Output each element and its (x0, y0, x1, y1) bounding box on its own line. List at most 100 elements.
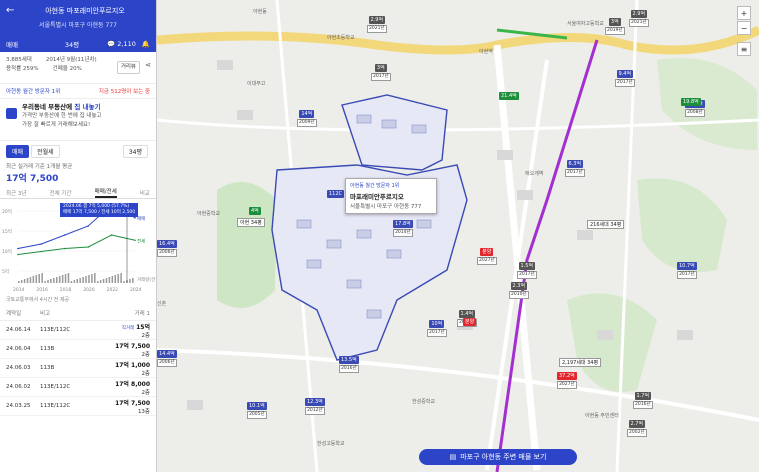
price-marker[interactable]: 17.8억 2014년 (393, 220, 413, 237)
layers-icon[interactable]: ≡ (737, 42, 751, 56)
marker-year: 2027년 (477, 257, 497, 265)
floor-area-ratio: 용적률 259% (6, 66, 39, 72)
share-icon[interactable]: ⋖ (145, 61, 151, 70)
panel-subbar: 매매 34평 💬 2,110 🔔 (0, 35, 156, 52)
marker-year: 2010년 (509, 291, 529, 299)
series-label: 전세 (137, 237, 145, 244)
marker-price: 10.7억 (677, 262, 697, 270)
volume-bar (85, 276, 87, 283)
marker-year: 2008년 (685, 109, 705, 117)
price-chart[interactable]: 20억 15억 10억 5억 매매 전세 2014 2016 2018 2020 2022 2024 거… (0, 201, 156, 293)
marker-price: 2.9억 (630, 10, 648, 18)
complex-tag[interactable]: 216세대 34평 (587, 220, 625, 229)
marker-price: 12.3억 (305, 398, 325, 406)
comment-icon[interactable]: 💬 (107, 40, 115, 48)
nearby-listings-button[interactable]: ▤ 마포구 아현동 주변 매물 보기 (419, 449, 577, 465)
marker-year: 2016년 (633, 401, 653, 409)
price-marker[interactable]: 분양 2027년 (477, 248, 497, 265)
place-label: 애오개역 (525, 171, 544, 177)
price-marker[interactable]: 3억 2019년 (605, 18, 625, 35)
price-marker[interactable]: 6.3억 2017년 (565, 160, 585, 177)
price-marker[interactable]: 4억 (249, 207, 261, 215)
price-marker[interactable]: 1.7억 2016년 (633, 392, 653, 409)
back-arrow-icon[interactable]: ← (6, 5, 14, 16)
price-marker[interactable]: 2.7억 2002년 (627, 420, 647, 437)
price-marker[interactable]: 112C (327, 190, 345, 198)
col-date: 계약일 (6, 311, 22, 317)
marker-price: 14억 (299, 110, 315, 118)
promo-banner[interactable]: 우리동네 부동산에 집 내놓기 가격만 부동산에 한 번에 집 내놓고 가장 잘… (0, 99, 156, 141)
volume-bar (23, 279, 26, 283)
marker-year: 2009년 (297, 119, 317, 127)
marker-year: 2005년 (247, 411, 267, 419)
volume-bar (41, 273, 43, 283)
price-marker[interactable]: 10억 2017년 (427, 320, 447, 337)
data-point (40, 243, 43, 245)
comment-count[interactable]: 2,110 (117, 40, 136, 48)
marker-year: 2021년 (367, 25, 387, 33)
volume-bar (132, 278, 134, 283)
row-floor: 13층 (137, 408, 150, 415)
price-marker[interactable]: 10.1억 2005년 (247, 402, 267, 419)
y-tick-label: 5억 (2, 268, 9, 275)
building-info: 3,885세대 2014년 9월(11년차) 용적률 259% 건폐율 20% 거리… (0, 52, 156, 84)
price-marker[interactable]: 19.8억 (681, 98, 701, 106)
list-icon: ▤ (449, 453, 457, 461)
property-panel: ← 아현동 마포래미안푸르지오 서울특별시 마포구 아현동 777 매매 34평… (0, 0, 157, 472)
price-marker[interactable]: 14.4억 2006년 (157, 350, 177, 367)
table-row[interactable]: 24.06.02 113E/112C 17억 8,000 2층 (0, 378, 156, 397)
data-point (40, 250, 43, 253)
complex-popup[interactable]: 아현동 월간 방문자 1위 마포래미안푸르지오 서울특별시 마포구 아현동 77… (345, 178, 437, 214)
volume-bar (123, 281, 125, 283)
price-marker[interactable]: 2.3억 2010년 (509, 282, 529, 299)
data-point (134, 216, 136, 219)
table-row[interactable]: 24.06.03 113B 17억 1,000 2층 (0, 359, 156, 378)
data-point (87, 225, 89, 227)
price-marker[interactable]: 14억 2009년 (297, 110, 317, 127)
table-row[interactable]: 24.06.04 113B 17억 7,500 2층 (0, 340, 156, 359)
price-marker[interactable]: 분양 (463, 318, 477, 326)
price-marker[interactable]: 21.4억 (499, 92, 519, 100)
street-view-button[interactable]: 거리뷰 (116, 61, 140, 74)
marker-price: 3억 (374, 64, 387, 72)
complex-tag[interactable]: 아현 34평 (237, 218, 265, 227)
zoom-out-icon[interactable]: − (737, 21, 751, 35)
price-marker[interactable]: 2.9억 2021년 (629, 10, 649, 27)
volume-bar (18, 281, 20, 283)
table-row[interactable]: 24.03.25 113E/112C 17억 7,500 13층 (0, 397, 156, 416)
place-label: 이대부고 (247, 81, 266, 87)
deal-type-tab[interactable]: 매매 (6, 39, 50, 49)
price-marker[interactable]: 16.4억 2006년 (157, 240, 177, 257)
map-area[interactable]: 아현동 아현역 애오개역 아현초등학교 한성중학교 한성고등학교 서울여자고등학교 아현중학교… (157, 0, 759, 472)
range-tab-sale-jeonse[interactable]: 매매/전세 (94, 187, 117, 198)
complex-tag[interactable]: 2,197세대 34평 (559, 358, 602, 367)
row-price: 17억 1,000 2층 (100, 360, 150, 377)
series-label: 매매 (137, 215, 145, 222)
price-marker[interactable]: 10.7억 2017년 (677, 262, 697, 279)
rank-row: 아현동 월간 방문자 1위 지금 512명이 보는 중 (0, 84, 156, 99)
price-marker[interactable]: 3억 2017년 (371, 64, 391, 81)
price-marker[interactable]: 2.9억 2021년 (367, 16, 387, 33)
size-tab[interactable]: 34평 (50, 39, 94, 49)
volume-bar (88, 275, 90, 283)
price-marker[interactable]: 1.5억 2017년 (517, 262, 537, 279)
range-tab-compare[interactable]: 비교 (140, 189, 150, 197)
range-tab-all[interactable]: 전체 기간 (50, 189, 72, 197)
zoom-in-icon[interactable]: + (737, 6, 751, 20)
sale-chip[interactable]: 매매 (6, 145, 30, 158)
price-marker[interactable]: 12.3억 2012년 (305, 398, 325, 415)
range-tab-3y[interactable]: 최근 3년 (6, 189, 26, 197)
promo-line1: 가격만 부동산에 한 번에 집 내놓고 (22, 113, 102, 119)
source-label: 국토교통부에서 4시간 전 제공 (6, 297, 70, 303)
size-select[interactable]: 34평 (122, 145, 148, 158)
bell-icon[interactable]: 🔔 (142, 40, 150, 48)
price-marker[interactable]: 37.2억 2027년 (557, 372, 577, 389)
price-marker[interactable]: 9.4억 2017년 (615, 70, 635, 87)
row-note: 113E/112C (40, 327, 71, 333)
table-row[interactable]: 24.06.14 113E/112C 직거래 15억 2층 (0, 321, 156, 340)
row-price-value: 17억 7,500 (115, 342, 150, 350)
volume-bar (50, 279, 52, 283)
price-marker[interactable]: 13.5억 2016년 (339, 356, 359, 373)
jeonse-chip[interactable]: 전월세 (31, 145, 60, 158)
marker-price: 14.4억 (157, 350, 177, 358)
